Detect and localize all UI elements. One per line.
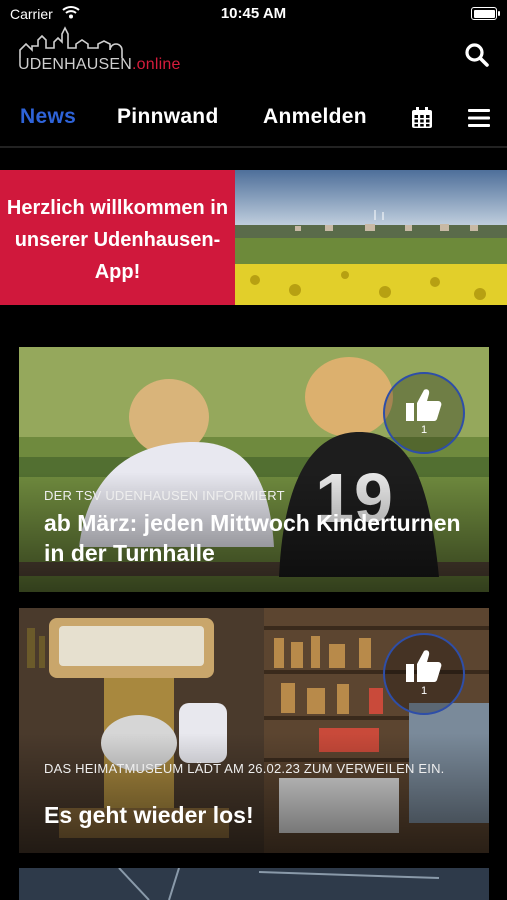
like-button[interactable]: 1 [383, 633, 465, 715]
news-kicker: DAS HEIMATMUSEUM LÄDT AM 26.02.23 ZUM VE… [44, 761, 445, 776]
tab-pinnwand[interactable]: Pinnwand [117, 105, 219, 129]
thumbs-up-icon [406, 389, 442, 421]
welcome-banner[interactable]: Herzlich willkommen in unserer Udenhause… [0, 170, 507, 305]
nav-divider [0, 146, 507, 148]
welcome-text: Herzlich willkommen in unserer Udenhause… [6, 197, 229, 283]
village-skyline-icon [19, 26, 123, 58]
news-photo-partial [19, 868, 489, 900]
news-card[interactable]: 19 1 DER TSV UDENHAUSEN INFORMIERT ab Mä… [19, 347, 489, 592]
news-card[interactable]: 1 DAS HEIMATMUSEUM LÄDT AM 26.02.23 ZUM … [19, 608, 489, 853]
welcome-banner-text-panel: Herzlich willkommen in unserer Udenhause… [0, 170, 235, 305]
hamburger-menu-icon[interactable] [468, 108, 490, 133]
like-button[interactable]: 1 [383, 372, 465, 454]
status-bar: Carrier 10:45 AM [0, 0, 507, 28]
like-count: 1 [420, 424, 428, 436]
main-nav: News Pinnwand Anmelden [0, 95, 507, 141]
calendar-icon[interactable] [411, 107, 433, 134]
thumbs-up-icon [406, 650, 442, 682]
app-logo[interactable]: UDENHAUSEN.online [18, 26, 181, 78]
like-count: 1 [420, 685, 428, 697]
status-time: 10:45 AM [220, 5, 287, 22]
search-button[interactable] [464, 42, 492, 70]
tab-news[interactable]: News [20, 105, 76, 129]
news-card[interactable] [19, 868, 489, 900]
card-gradient-overlay [19, 733, 489, 853]
news-headline[interactable]: ab März: jeden Mittwoch Kinderturnen in … [44, 508, 474, 568]
news-kicker: DER TSV UDENHAUSEN INFORMIERT [44, 488, 285, 503]
welcome-banner-photo [235, 170, 507, 305]
tab-anmelden[interactable]: Anmelden [263, 105, 367, 129]
news-headline[interactable]: Es geht wieder los! [44, 800, 474, 830]
logo-text-suffix: .online [132, 56, 181, 73]
search-icon [465, 43, 489, 67]
battery-icon [471, 7, 500, 20]
logo-text-main: UDENHAUSEN [18, 56, 133, 73]
